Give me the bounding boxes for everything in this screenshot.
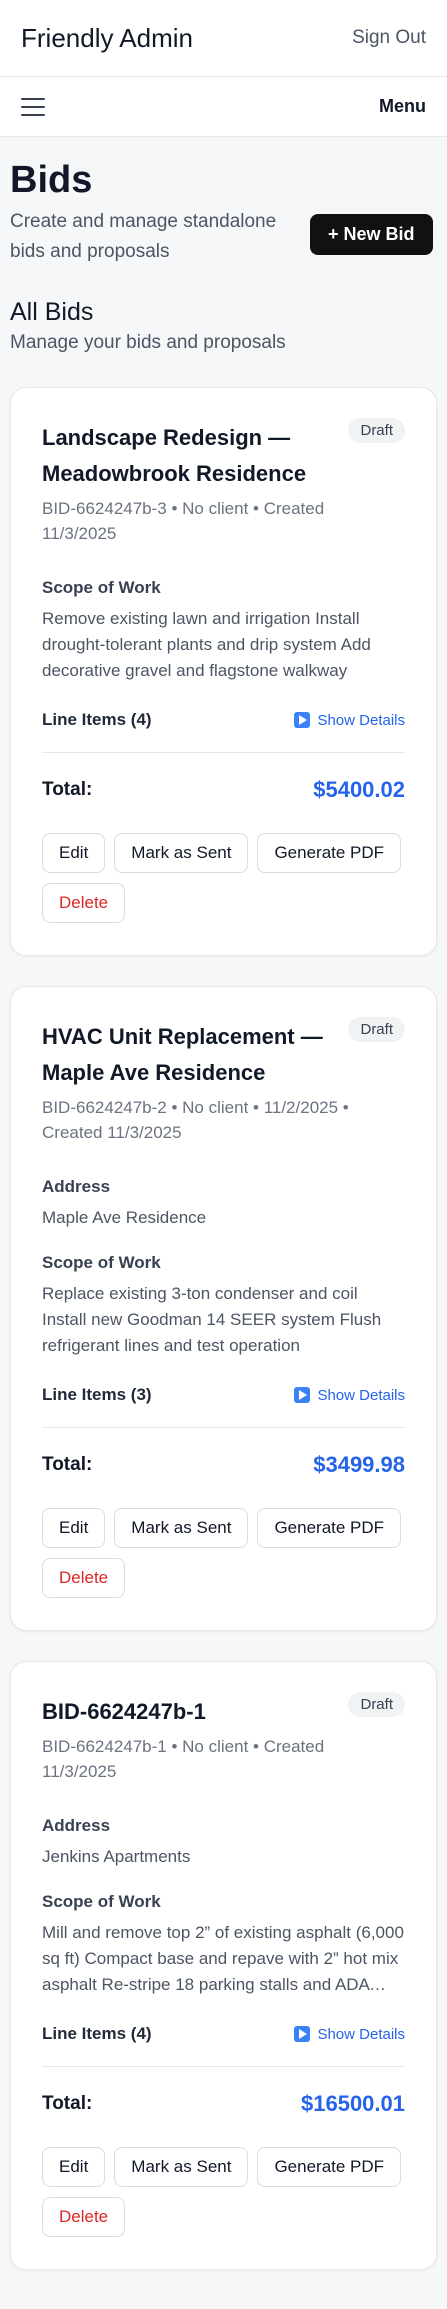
bid-title: BID-6624247b-1 xyxy=(42,1699,206,1724)
scope-text: Mill and remove top 2” of existing aspha… xyxy=(42,1923,404,1994)
section-subtitle: Manage your bids and proposals xyxy=(10,332,286,353)
play-square-icon xyxy=(294,712,311,728)
edit-button[interactable]: Edit xyxy=(42,1508,106,1548)
total-label: Total: xyxy=(42,779,93,800)
bid-meta: BID-6624247b-3 • No client • Created 11/… xyxy=(42,499,325,543)
mark-as-sent-button[interactable]: Mark as Sent xyxy=(114,1508,249,1548)
bid-actions: Edit Mark as Sent Generate PDF Delete xyxy=(42,1508,405,1598)
divider xyxy=(42,752,405,753)
hamburger-icon[interactable] xyxy=(21,97,45,116)
edit-button[interactable]: Edit xyxy=(42,2147,106,2187)
scope-label: Scope of Work xyxy=(42,1892,161,1911)
address-value: Jenkins Apartments xyxy=(42,1847,191,1866)
divider xyxy=(42,1427,405,1428)
total-value: $5400.02 xyxy=(313,777,405,802)
brand-title: Friendly Admin xyxy=(21,22,193,53)
bid-title: Landscape Redesign — Meadowbrook Residen… xyxy=(42,425,307,486)
show-details-toggle[interactable]: Show Details xyxy=(294,2026,405,2043)
mark-as-sent-button[interactable]: Mark as Sent xyxy=(114,833,249,873)
bid-card: Landscape Redesign — Meadowbrook Residen… xyxy=(10,387,437,956)
show-details-toggle[interactable]: Show Details xyxy=(294,1387,405,1404)
bid-title: HVAC Unit Replacement — Maple Ave Reside… xyxy=(42,1024,323,1085)
menu-bar: Menu xyxy=(0,77,447,137)
page-header: Bids Create and manage standalone bids a… xyxy=(0,137,447,267)
menu-button[interactable]: Menu xyxy=(379,96,426,117)
line-items-label: Line Items (3) xyxy=(42,1385,152,1404)
scope-label: Scope of Work xyxy=(42,578,161,597)
bid-actions: Edit Mark as Sent Generate PDF Delete xyxy=(42,833,405,923)
generate-pdf-button[interactable]: Generate PDF xyxy=(257,2147,402,2187)
sign-out-link[interactable]: Sign Out xyxy=(352,27,426,49)
address-label: Address xyxy=(42,1177,111,1196)
line-items-label: Line Items (4) xyxy=(42,710,152,729)
section-header: All Bids Manage your bids and proposals xyxy=(0,267,447,357)
delete-button[interactable]: Delete xyxy=(42,1558,126,1598)
new-bid-button[interactable]: + New Bid xyxy=(310,214,433,255)
page-subtitle: Create and manage standalone bids and pr… xyxy=(10,211,277,262)
status-badge: Draft xyxy=(348,418,405,443)
bid-card: BID-6624247b-1 Draft BID-6624247b-1 • No… xyxy=(10,1661,437,2270)
total-value: $3499.98 xyxy=(313,1452,405,1477)
bid-meta: BID-6624247b-2 • No client • 11/2/2025 •… xyxy=(42,1098,349,1142)
show-details-label: Show Details xyxy=(317,2025,405,2043)
top-bar: Friendly Admin Sign Out xyxy=(0,0,447,77)
delete-button[interactable]: Delete xyxy=(42,2197,126,2237)
bid-meta: BID-6624247b-1 • No client • Created 11/… xyxy=(42,1737,325,1781)
line-items-label: Line Items (4) xyxy=(42,2024,152,2043)
bid-card: HVAC Unit Replacement — Maple Ave Reside… xyxy=(10,986,437,1631)
scope-label: Scope of Work xyxy=(42,1253,161,1272)
bid-actions: Edit Mark as Sent Generate PDF Delete xyxy=(42,2147,405,2237)
show-details-label: Show Details xyxy=(317,1386,405,1404)
delete-button[interactable]: Delete xyxy=(42,883,126,923)
scope-text: Replace existing 3-ton condenser and coi… xyxy=(42,1284,382,1355)
play-square-icon xyxy=(294,1387,311,1403)
page-title: Bids xyxy=(10,159,93,201)
address-value: Maple Ave Residence xyxy=(42,1208,207,1227)
address-label: Address xyxy=(42,1816,111,1835)
generate-pdf-button[interactable]: Generate PDF xyxy=(257,833,402,873)
show-details-label: Show Details xyxy=(317,711,405,729)
divider xyxy=(42,2066,405,2067)
play-square-icon xyxy=(294,2026,311,2042)
section-title: All Bids xyxy=(10,298,94,326)
scope-text: Remove existing lawn and irrigation Inst… xyxy=(42,609,371,680)
status-badge: Draft xyxy=(348,1692,405,1717)
generate-pdf-button[interactable]: Generate PDF xyxy=(257,1508,402,1548)
total-value: $16500.01 xyxy=(301,2091,405,2116)
edit-button[interactable]: Edit xyxy=(42,833,106,873)
total-label: Total: xyxy=(42,1454,93,1475)
total-label: Total: xyxy=(42,2093,93,2114)
status-badge: Draft xyxy=(348,1017,405,1042)
show-details-toggle[interactable]: Show Details xyxy=(294,712,405,729)
mark-as-sent-button[interactable]: Mark as Sent xyxy=(114,2147,249,2187)
